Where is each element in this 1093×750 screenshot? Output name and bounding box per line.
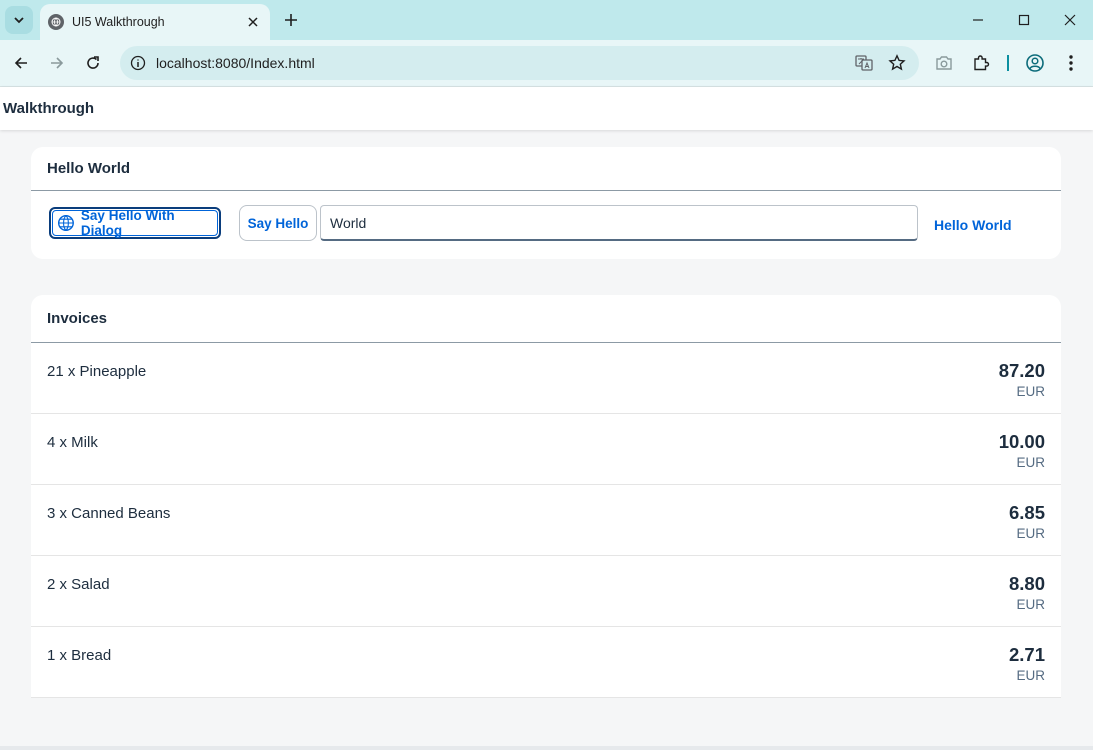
globe-icon — [48, 14, 64, 30]
invoice-list-item[interactable]: 1 x Bread 2.71 EUR — [31, 627, 1061, 698]
back-arrow-icon[interactable] — [9, 51, 33, 75]
panel-title: Invoices — [47, 310, 108, 327]
say-hello-with-dialog-button[interactable]: Say Hello With Dialog — [49, 207, 221, 239]
tab-title: UI5 Walkthrough — [72, 15, 165, 29]
invoice-label: 1 x Bread — [47, 647, 112, 664]
invoice-currency: EUR — [1016, 668, 1045, 683]
invoice-amount: 6.85 — [1008, 502, 1045, 523]
tab-search-button[interactable] — [5, 6, 33, 34]
invoice-amount: 10.00 — [998, 431, 1045, 452]
invoice-amount: 87.20 — [998, 360, 1045, 381]
say-hello-button[interactable]: Say Hello — [239, 205, 317, 241]
hello-world-panel: Hello World Say Hello With Dialog Say He… — [31, 147, 1061, 259]
invoice-list-item[interactable]: 4 x Milk 10.00 EUR — [31, 414, 1061, 485]
invoice-list-item[interactable]: 3 x Canned Beans 6.85 EUR — [31, 485, 1061, 556]
app-header: Walkthrough — [0, 87, 1093, 130]
invoice-amount: 8.80 — [1008, 573, 1045, 594]
forward-arrow-icon[interactable] — [45, 51, 69, 75]
invoice-label: 21 x Pineapple — [47, 363, 147, 380]
panel-header: Invoices — [31, 295, 1061, 343]
page-bottom-edge — [0, 746, 1093, 750]
invoice-label: 3 x Canned Beans — [47, 505, 171, 522]
camera-icon[interactable] — [933, 52, 955, 74]
invoice-list-item[interactable]: 21 x Pineapple 87.20 EUR — [31, 343, 1061, 414]
say-hello-with-dialog-label: Say Hello With Dialog — [80, 208, 175, 238]
browser-tab[interactable]: UI5 Walkthrough — [40, 4, 270, 40]
app-title: Walkthrough — [3, 100, 95, 117]
invoice-currency: EUR — [1016, 526, 1045, 541]
invoice-currency: EUR — [1016, 384, 1045, 399]
extensions-puzzle-icon[interactable] — [970, 52, 992, 74]
invoice-label: 2 x Salad — [47, 576, 110, 593]
reload-icon[interactable] — [81, 51, 105, 75]
chevron-down-icon — [14, 17, 24, 24]
close-tab-icon[interactable] — [244, 13, 262, 31]
name-input[interactable] — [320, 205, 918, 241]
globe-icon — [57, 215, 74, 231]
minimize-icon[interactable] — [967, 9, 989, 31]
new-tab-icon[interactable] — [280, 9, 302, 31]
say-hello-label: Say Hello — [247, 215, 309, 231]
panel-title: Hello World — [47, 160, 131, 177]
toolbar-separator — [1007, 55, 1009, 71]
invoice-amount: 2.71 — [1008, 644, 1045, 665]
maximize-icon[interactable] — [1013, 9, 1035, 31]
kebab-menu-icon[interactable] — [1060, 52, 1082, 74]
invoice-currency: EUR — [1016, 455, 1045, 470]
site-info-icon[interactable] — [128, 53, 148, 73]
bookmark-star-icon[interactable] — [886, 52, 908, 74]
address-url[interactable]: localhost:8080/Index.html — [156, 55, 853, 71]
browser-tab-strip: UI5 Walkthrough — [0, 0, 1093, 40]
panel-header: Hello World — [31, 147, 1061, 191]
invoice-currency: EUR — [1016, 597, 1045, 612]
invoice-list-item[interactable]: 2 x Salad 8.80 EUR — [31, 556, 1061, 627]
invoices-panel: Invoices 21 x Pineapple 87.20 EUR 4 x Mi… — [31, 295, 1061, 698]
browser-toolbar: localhost:8080/Index.html — [0, 40, 1093, 87]
hello-output-text: Hello World — [934, 217, 1012, 233]
translate-icon[interactable] — [853, 52, 875, 74]
profile-avatar-icon[interactable] — [1024, 52, 1046, 74]
invoice-label: 4 x Milk — [47, 434, 98, 451]
close-window-icon[interactable] — [1059, 9, 1081, 31]
address-bar[interactable]: localhost:8080/Index.html — [120, 46, 919, 80]
